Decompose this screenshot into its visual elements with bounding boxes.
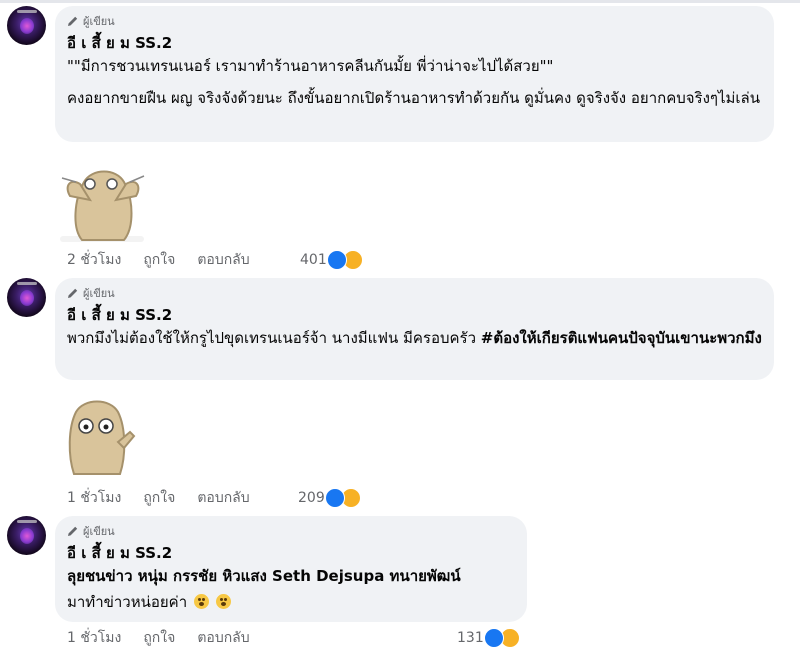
reaction-summary[interactable]: 209 bbox=[298, 488, 361, 508]
comment-time[interactable]: 1 ชั่วโมง bbox=[67, 487, 121, 509]
like-reaction-icon bbox=[324, 488, 345, 508]
pencil-icon bbox=[68, 526, 78, 536]
author-badge-label: ผู้เขียน bbox=[83, 525, 115, 538]
comment-text-plain: พวกมึงไม่ต้องใช้ให้กรูไปขุดเทรนเนอร์จ้า … bbox=[67, 329, 476, 347]
avatar[interactable] bbox=[7, 516, 46, 555]
author-badge-label: ผู้เขียน bbox=[83, 287, 115, 300]
pencil-icon bbox=[68, 288, 78, 298]
top-divider bbox=[0, 0, 800, 3]
comment-text-2: คงอยากขายฝืน ผญ จริงจังด้วยนะ ถึงขั้นอยา… bbox=[67, 89, 760, 107]
comment-text: พวกมึงไม่ต้องใช้ให้กรูไปขุดเทรนเนอร์จ้า … bbox=[67, 326, 762, 350]
author-badge: ผู้เขียน bbox=[67, 14, 762, 28]
like-button[interactable]: ถูกใจ bbox=[143, 249, 175, 271]
like-reaction-icon bbox=[483, 628, 504, 648]
tagged-names[interactable]: ลุยชนข่าว หนุ่ม กรรชัย หิวแสง Seth Dejsu… bbox=[67, 564, 515, 588]
comment-bubble: ผู้เขียน อี เ สี้ ย ม SS.2 ""มีการชวนเทร… bbox=[55, 6, 774, 142]
comment-actions: 1 ชั่วโมง ถูกใจ ตอบกลับ bbox=[67, 628, 272, 648]
reaction-summary[interactable]: 401 bbox=[300, 250, 363, 270]
reply-button[interactable]: ตอบกลับ bbox=[197, 249, 249, 271]
hashtag-link[interactable]: #ต้องให้เกียรติแฟนคนปัจจุบันเขานะพวกมึง bbox=[481, 329, 762, 347]
smile-emoji-icon bbox=[215, 594, 231, 609]
author-badge: ผู้เขียน bbox=[67, 524, 515, 538]
like-button[interactable]: ถูกใจ bbox=[143, 487, 175, 509]
comment-text: มาทำข่าวหน่อยค่า bbox=[67, 590, 515, 614]
comment-bubble: ผู้เขียน อี เ สี้ ย ม SS.2 ลุยชนข่าว หนุ… bbox=[55, 516, 527, 622]
comment-text-plain: มาทำข่าวหน่อยค่า bbox=[67, 593, 188, 611]
like-reaction-icon bbox=[326, 250, 347, 270]
reply-button[interactable]: ตอบกลับ bbox=[197, 487, 249, 509]
pencil-icon bbox=[68, 16, 78, 26]
reaction-count: 209 bbox=[298, 490, 325, 506]
cat-thinking-sticker bbox=[68, 400, 136, 475]
smile-emoji-icon bbox=[193, 594, 209, 609]
reaction-count: 131 bbox=[457, 630, 484, 646]
comment-time[interactable]: 2 ชั่วโมง bbox=[67, 249, 121, 271]
avatar[interactable] bbox=[7, 278, 46, 317]
reaction-summary[interactable]: 131 bbox=[457, 628, 520, 648]
comment-bubble: ผู้เขียน อี เ สี้ ย ม SS.2 พวกมึงไม่ต้อง… bbox=[55, 278, 774, 380]
comment-text: ""มีการชวนเทรนเนอร์ เรามาทำร้านอาหารคลีน… bbox=[67, 57, 554, 75]
avatar[interactable] bbox=[7, 6, 46, 45]
author-badge-label: ผู้เขียน bbox=[83, 15, 115, 28]
comment-actions: 2 ชั่วโมง ถูกใจ ตอบกลับ bbox=[67, 250, 272, 270]
reaction-count: 401 bbox=[300, 252, 327, 268]
author-badge: ผู้เขียน bbox=[67, 286, 762, 300]
author-name[interactable]: อี เ สี้ ย ม SS.2 bbox=[67, 34, 762, 52]
cat-crying-sticker bbox=[60, 170, 145, 242]
author-name[interactable]: อี เ สี้ ย ม SS.2 bbox=[67, 544, 515, 562]
comment-actions: 1 ชั่วโมง ถูกใจ ตอบกลับ bbox=[67, 488, 272, 508]
author-name[interactable]: อี เ สี้ ย ม SS.2 bbox=[67, 306, 762, 324]
